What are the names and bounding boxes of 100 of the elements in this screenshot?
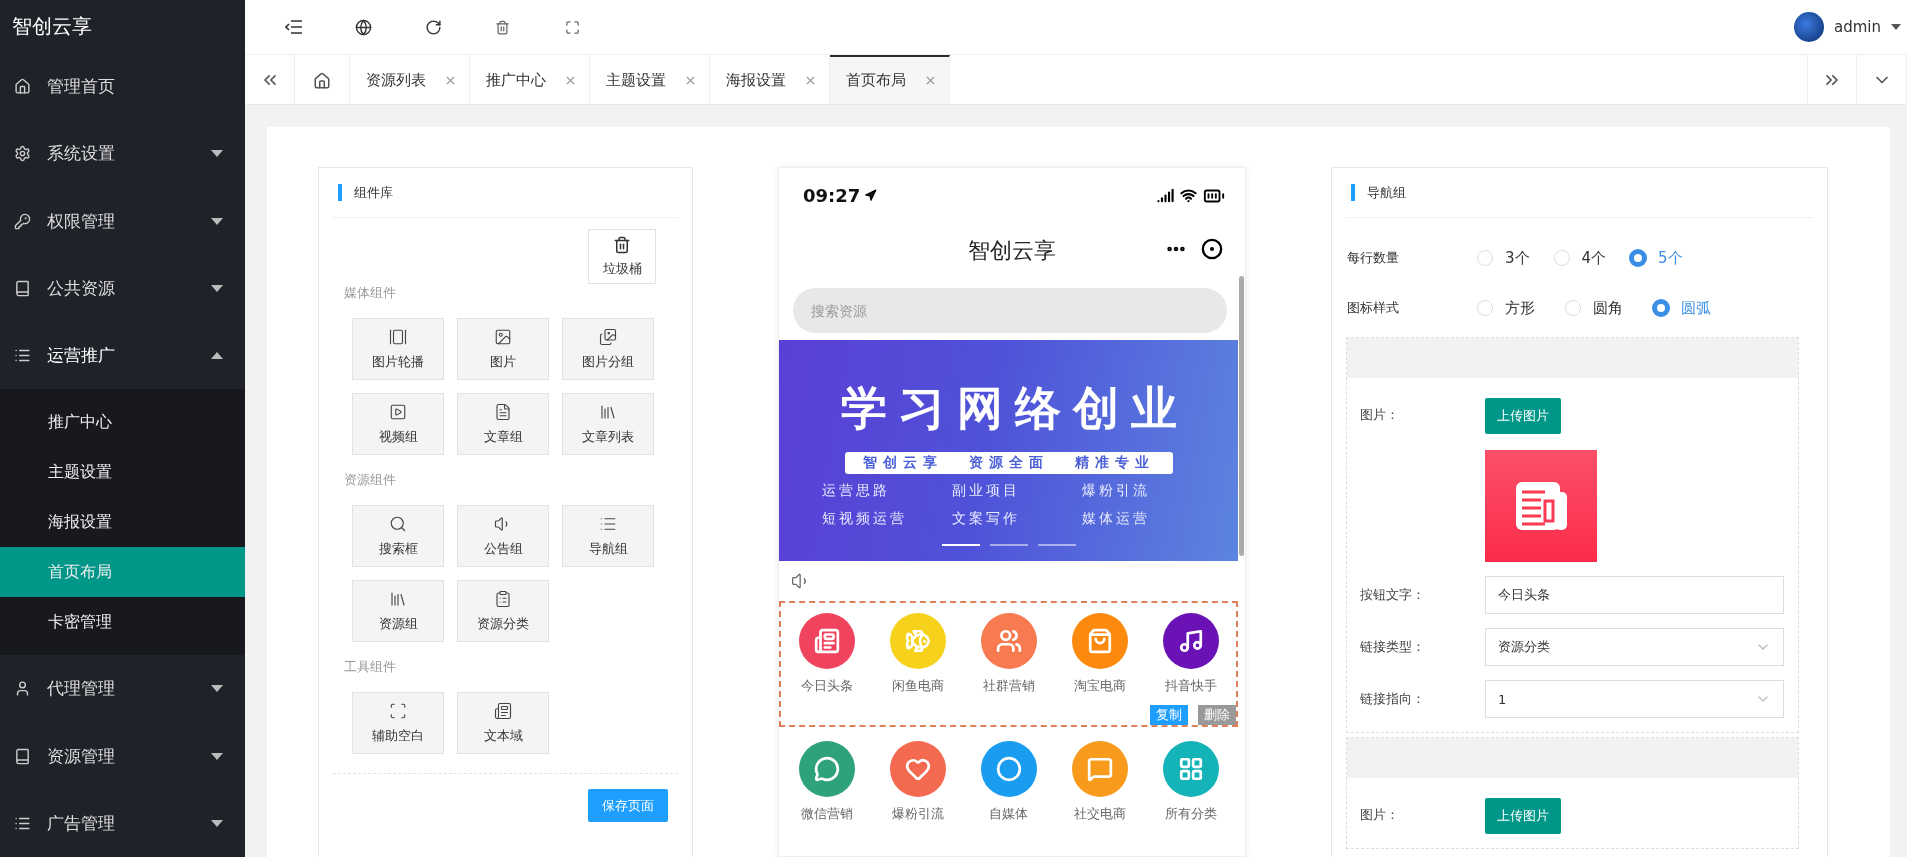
fullscreen-icon[interactable] (565, 19, 580, 35)
wifi-icon (1180, 187, 1197, 204)
component-tile[interactable]: 搜索框 (352, 505, 444, 567)
nav-label: 自媒体 (989, 805, 1028, 823)
sidebar-subitem[interactable]: 推广中心 (0, 397, 245, 448)
banner-tag: 短视频运营 (821, 510, 952, 528)
page-tab[interactable]: 资源列表 (350, 55, 470, 104)
close-icon[interactable] (804, 74, 817, 87)
close-icon[interactable] (444, 74, 457, 87)
banner-tagline: 精准专业 (1074, 454, 1155, 472)
banner-tag: 文案写作 (951, 510, 1082, 528)
sidebar-item[interactable]: 代理管理 (0, 655, 245, 723)
page-tab[interactable]: 海报设置 (710, 55, 830, 104)
select-field[interactable]: 1 (1485, 680, 1784, 718)
radio-option[interactable]: 圆弧 (1653, 298, 1711, 318)
scrollbar[interactable] (1239, 276, 1244, 556)
caret-icon (211, 752, 223, 760)
nav-group[interactable]: 今日头条 闲鱼电商 社群营销 淘宝电商 抖音快手 复制 删除 (779, 601, 1238, 727)
page-tab[interactable]: 推广中心 (470, 55, 590, 104)
target-icon[interactable] (1201, 238, 1223, 260)
banner-headline: 学习网络创业 (840, 380, 1189, 437)
component-tile[interactable]: 文章列表 (562, 393, 654, 455)
trash-icon[interactable] (495, 19, 510, 35)
component-tile[interactable]: 资源分类 (457, 580, 549, 642)
home-tab[interactable] (295, 55, 350, 104)
radio-option[interactable]: 4个 (1553, 248, 1607, 268)
gallery-icon (389, 327, 407, 346)
refresh-icon[interactable] (425, 18, 442, 36)
sidebar-item[interactable]: 广告管理 (0, 789, 245, 857)
ring-icon (995, 756, 1022, 782)
dashed-square-icon (389, 701, 407, 720)
checklist-icon (494, 589, 512, 608)
images-icon (599, 327, 617, 346)
sidebar-item[interactable]: 公共资源 (0, 254, 245, 322)
radio-option[interactable]: 5个 (1630, 248, 1683, 268)
component-tile[interactable]: 文章组 (457, 393, 549, 455)
caret-icon[interactable] (1891, 24, 1901, 30)
upload-button[interactable]: 上传图片 (1485, 398, 1561, 434)
page-tab[interactable]: 主题设置 (590, 55, 710, 104)
trash-icon (613, 235, 631, 254)
radio-option[interactable]: 方形 (1477, 298, 1535, 318)
nav-label: 爆粉引流 (891, 805, 944, 823)
component-tile[interactable]: 图片分组 (562, 318, 654, 380)
tile-label: 图片 (490, 352, 516, 371)
select-field[interactable]: 资源分类 (1485, 628, 1784, 666)
sidebar-item[interactable]: 系统设置 (0, 120, 245, 188)
nav-label: 社群营销 (982, 677, 1035, 695)
sidebar-item[interactable]: 管理首页 (0, 52, 245, 121)
tile-label: 资源组 (378, 614, 418, 633)
nav-label: 抖音快手 (1164, 677, 1217, 695)
tile-label: 资源分类 (477, 614, 529, 633)
component-tile[interactable]: 图片轮播 (352, 318, 444, 380)
tile-label: 图片轮播 (372, 352, 424, 371)
radio-icon[interactable] (1653, 300, 1669, 316)
globe-icon[interactable] (355, 18, 372, 36)
component-tile[interactable]: 文本域 (457, 692, 549, 754)
key-icon (14, 212, 31, 230)
component-tile[interactable]: 导航组 (562, 505, 654, 567)
signal-icon (1157, 187, 1174, 204)
radio-option[interactable]: 圆角 (1565, 298, 1623, 318)
sidebar-item[interactable]: 运营推广 (0, 321, 245, 390)
component-tile[interactable]: 辅助空白 (352, 692, 444, 754)
accent-bar (338, 184, 342, 201)
component-tile[interactable]: 资源组 (352, 580, 444, 642)
panel-title: 导航组 (1367, 183, 1406, 202)
close-icon[interactable] (684, 74, 697, 87)
sidebar-item[interactable]: 资源管理 (0, 722, 245, 790)
component-tile[interactable]: 公告组 (457, 505, 549, 567)
tile-label: 文章列表 (582, 427, 634, 446)
sidebar-subitem[interactable]: 海报设置 (0, 497, 245, 548)
sidebar-subitem[interactable]: 卡密管理 (0, 597, 245, 648)
newspaper-icon (813, 628, 840, 654)
close-icon[interactable] (564, 74, 577, 87)
nav-label: 今日头条 (800, 677, 853, 695)
sidebar-subitem[interactable]: 主题设置 (0, 447, 245, 498)
component-tile[interactable]: 图片 (457, 318, 549, 380)
upload-button[interactable]: 上传图片 (1485, 798, 1561, 834)
status-time: 09:27 (803, 185, 861, 206)
text-field[interactable]: 今日头条 (1485, 576, 1784, 614)
sidebar-item[interactable]: 权限管理 (0, 187, 245, 255)
component-tile[interactable]: 视频组 (352, 393, 444, 455)
search-icon (389, 514, 407, 533)
trash-bin[interactable]: 垃圾桶 (588, 229, 656, 284)
field-label: 链接类型： (1360, 638, 1426, 656)
heart-icon (904, 756, 931, 782)
radio-option[interactable]: 3个 (1477, 248, 1530, 268)
tile-label: 图片分组 (582, 352, 634, 371)
radio-icon[interactable] (1630, 250, 1647, 266)
text-block-icon (494, 701, 512, 720)
outdent-icon[interactable] (285, 19, 303, 35)
home-icon (14, 78, 31, 95)
user-name[interactable]: admin (1834, 18, 1881, 36)
close-icon[interactable] (924, 74, 937, 87)
page-tab[interactable]: 首页布局 (830, 55, 950, 104)
carousel-indicator[interactable] (941, 544, 980, 546)
avatar[interactable] (1794, 12, 1824, 42)
field-label: 按钮文字： (1360, 586, 1426, 604)
grid-icon (1177, 756, 1204, 782)
search-field[interactable]: 搜索资源 (793, 288, 1227, 333)
app-title: 智创云享 (968, 236, 1056, 265)
